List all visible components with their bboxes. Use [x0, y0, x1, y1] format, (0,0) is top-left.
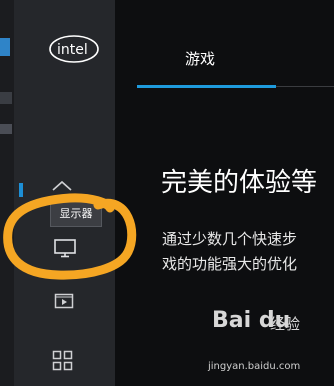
description-line-1: 通过少数几个快速步	[162, 230, 298, 248]
watermark-brand-suffix: 经验	[270, 315, 301, 333]
watermark-url: jingyan.baidu.com	[208, 361, 301, 372]
background-window-strip	[0, 0, 14, 386]
description-line-2: 戏的功能强大的优化	[162, 255, 298, 273]
intel-logo: intel	[49, 35, 99, 63]
video-icon[interactable]	[54, 293, 74, 309]
grid-icon[interactable]	[52, 350, 74, 372]
tab-games[interactable]: 游戏	[185, 48, 215, 69]
background-window-fragment	[0, 124, 12, 134]
logo-text: intel	[57, 42, 88, 58]
sidebar-active-indicator	[19, 183, 23, 197]
monitor-tooltip: 显示器	[50, 201, 102, 227]
page-headline: 完美的体验等	[161, 168, 318, 198]
tab-active-underline	[137, 85, 276, 88]
background-window-fragment	[0, 92, 12, 104]
baidu-watermark: Bai du 经验 jingyan.baidu.com	[194, 303, 334, 386]
monitor-icon[interactable]	[53, 238, 77, 258]
background-window-fragment	[0, 38, 10, 56]
tab-divider	[276, 86, 334, 87]
sidebar: intel 显示器	[14, 0, 115, 386]
home-icon[interactable]	[51, 180, 73, 198]
